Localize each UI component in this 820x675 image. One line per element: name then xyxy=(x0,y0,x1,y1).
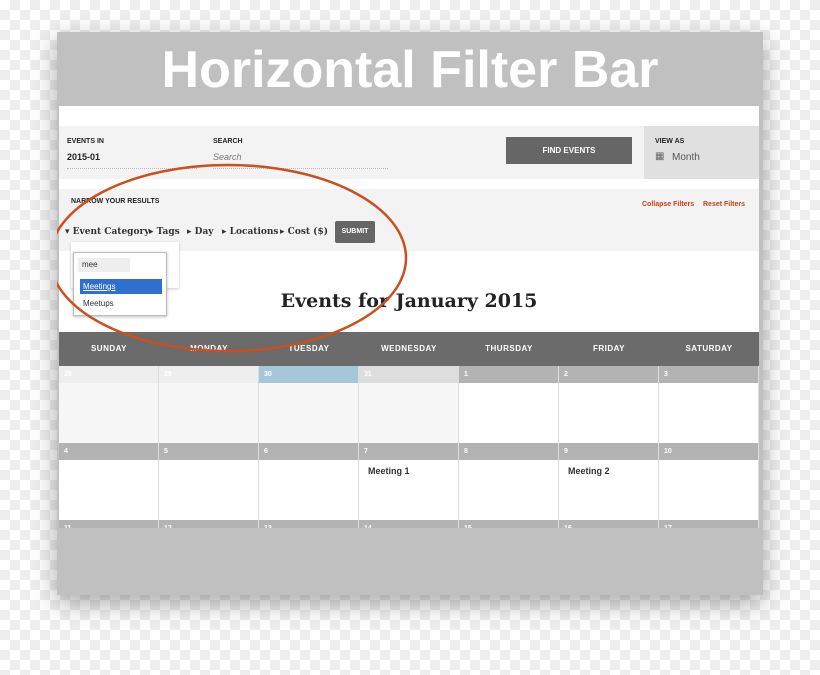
calendar-day-cell[interactable]: 28 xyxy=(59,366,159,443)
reset-filters-link[interactable]: Reset Filters xyxy=(703,201,745,208)
filter-event-category[interactable]: ▾ Event Category xyxy=(65,227,149,237)
day-header: SATURDAY xyxy=(685,344,733,353)
narrow-results-heading: NARROW YOUR RESULTS xyxy=(71,198,160,205)
calendar-title: Events for January 2015 xyxy=(280,290,538,312)
calendar-day-cell[interactable]: 2 xyxy=(559,366,659,443)
view-as-selector[interactable]: VIEW AS ▦ Month xyxy=(644,126,759,179)
filter-label: Cost ($) xyxy=(287,227,328,237)
day-number: 29 xyxy=(159,366,258,383)
calendar-day-cell[interactable]: 10 xyxy=(659,443,759,520)
calendar-day-cell[interactable]: 8 xyxy=(459,443,559,520)
calendar-day-cell[interactable]: 4 xyxy=(59,443,159,520)
calendar-day-cell[interactable]: 17 xyxy=(659,520,759,528)
day-number: 4 xyxy=(59,443,158,460)
filter-cost[interactable]: ▸ Cost ($) xyxy=(280,227,328,237)
day-header: MONDAY xyxy=(190,344,228,353)
day-number: 30 xyxy=(259,366,358,383)
calendar-day-cell[interactable]: 14 xyxy=(359,520,459,528)
filter-tags[interactable]: ▸ Tags xyxy=(149,227,180,237)
calendar-icon: ▦ xyxy=(655,151,665,162)
calendar-day-cell[interactable]: 1 xyxy=(459,366,559,443)
collapse-filters-link[interactable]: Collapse Filters xyxy=(642,201,694,208)
day-number: 31 xyxy=(359,366,458,383)
view-as-label: VIEW AS xyxy=(655,138,685,145)
events-in-input[interactable]: 2015-01 xyxy=(67,152,197,169)
event-link[interactable]: Meeting 1 xyxy=(359,460,458,482)
day-header: WEDNESDAY xyxy=(381,344,437,353)
day-number: 6 xyxy=(259,443,358,460)
calendar-day-cell[interactable]: 13 xyxy=(259,520,359,528)
search-label: SEARCH xyxy=(213,138,243,145)
calendar-day-cell[interactable]: 30 xyxy=(259,366,359,443)
calendar-day-cell[interactable]: 12 xyxy=(159,520,259,528)
day-number: 11 xyxy=(59,520,158,528)
window: Horizontal Filter Bar EVENTS IN 2015-01 … xyxy=(57,32,763,595)
day-header: THURSDAY xyxy=(485,344,533,353)
calendar-day-cell[interactable]: 31 xyxy=(359,366,459,443)
banner-title: Horizontal Filter Bar xyxy=(161,41,659,99)
day-number: 10 xyxy=(659,443,758,460)
calendar-day-cell[interactable]: 15 xyxy=(459,520,559,528)
day-number: 9 xyxy=(559,443,658,460)
day-number: 13 xyxy=(259,520,358,528)
calendar-day-cell[interactable]: 7 Meeting 1 xyxy=(359,443,459,520)
page-content: EVENTS IN 2015-01 SEARCH Search FIND EVE… xyxy=(59,106,759,528)
day-number: 8 xyxy=(459,443,558,460)
view-as-value: Month xyxy=(672,152,700,163)
search-input[interactable]: Search xyxy=(213,152,388,169)
day-number: 2 xyxy=(559,366,658,383)
calendar-day-cell[interactable]: 9 Meeting 2 xyxy=(559,443,659,520)
filter-day[interactable]: ▸ Day xyxy=(187,227,214,237)
day-number: 16 xyxy=(559,520,658,528)
day-number: 1 xyxy=(459,366,558,383)
day-number: 7 xyxy=(359,443,458,460)
day-header: SUNDAY xyxy=(90,344,128,353)
events-in-label: EVENTS IN xyxy=(67,138,104,145)
calendar-header: SUNDAY MONDAY TUESDAY WEDNESDAY THURSDAY FRID… xyxy=(59,332,759,366)
day-number: 3 xyxy=(659,366,758,383)
filter-label: Locations xyxy=(229,227,279,237)
day-number: 15 xyxy=(459,520,558,528)
search-bar: EVENTS IN 2015-01 SEARCH Search FIND EVE… xyxy=(59,126,759,179)
find-events-button[interactable]: FIND EVENTS xyxy=(506,137,632,164)
day-number: 12 xyxy=(159,520,258,528)
day-number: 14 xyxy=(359,520,458,528)
filter-locations[interactable]: ▸ Locations xyxy=(222,227,279,237)
calendar-day-cell[interactable]: 5 xyxy=(159,443,259,520)
calendar-day-cell[interactable]: 6 xyxy=(259,443,359,520)
day-header: TUESDAY xyxy=(288,344,330,353)
day-header: FRIDAY xyxy=(592,344,626,353)
submit-button[interactable]: SUBMIT xyxy=(335,221,375,243)
day-number: 5 xyxy=(159,443,258,460)
filter-label: Day xyxy=(194,227,214,237)
day-number: 28 xyxy=(59,366,158,383)
filter-label: Tags xyxy=(156,227,180,237)
calendar-day-cell[interactable]: 11 xyxy=(59,520,159,528)
calendar-day-cell[interactable]: 29 xyxy=(159,366,259,443)
calendar-day-cell[interactable]: 3 xyxy=(659,366,759,443)
day-number: 17 xyxy=(659,520,758,528)
category-search-input[interactable]: mee xyxy=(78,258,130,272)
calendar-day-cell[interactable]: 16 xyxy=(559,520,659,528)
filter-label: Event Category xyxy=(72,227,150,237)
event-link[interactable]: Meeting 2 xyxy=(559,460,658,482)
